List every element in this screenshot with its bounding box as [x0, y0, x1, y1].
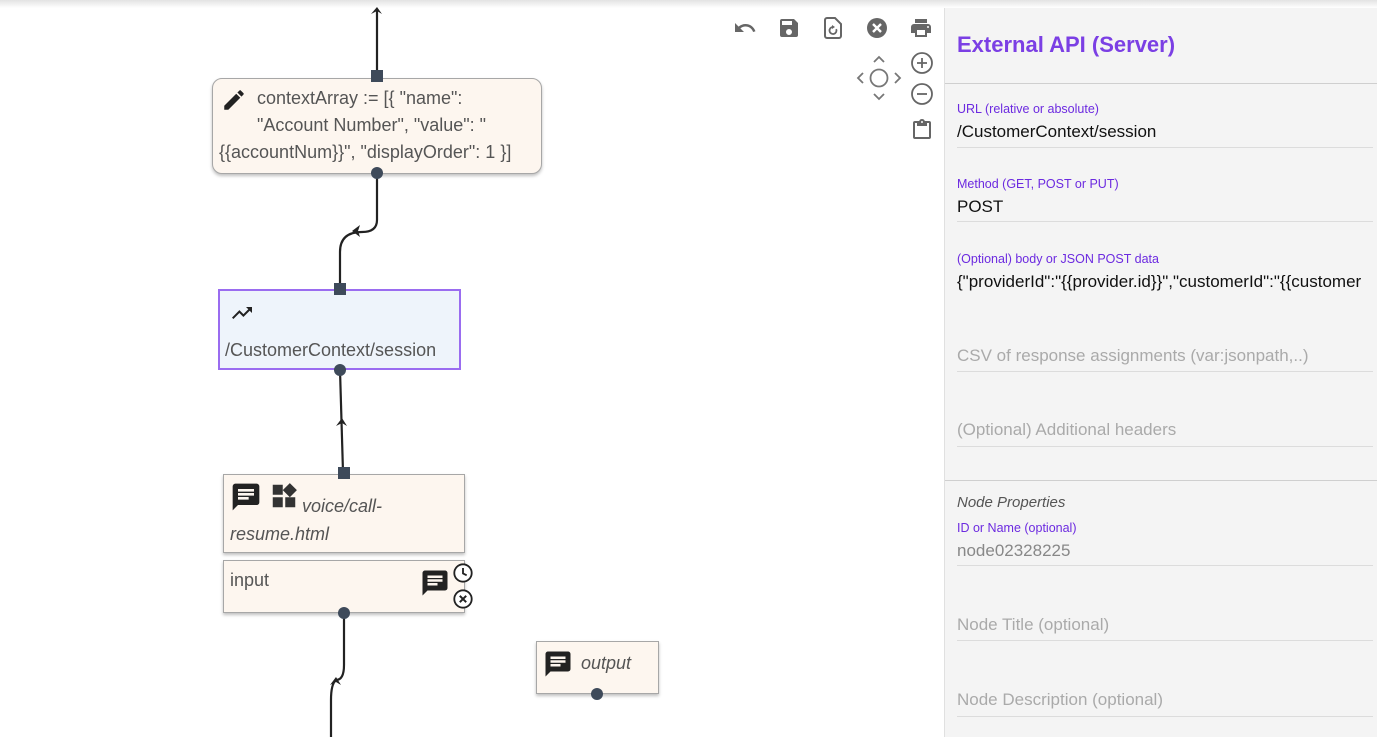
close-icon[interactable]: [865, 16, 889, 40]
response-assignments-input[interactable]: CSV of response assignments (var:jsonpat…: [957, 346, 1309, 366]
clipboard-icon[interactable]: [910, 118, 934, 142]
method-input[interactable]: POST: [957, 197, 1376, 217]
save-icon[interactable]: [777, 16, 801, 40]
node-title-underline: [957, 640, 1373, 641]
additional-headers-underline: [957, 446, 1373, 447]
assign-node[interactable]: contextArray := [{ "name": "Account Numb…: [212, 78, 542, 174]
body-input[interactable]: {"providerId":"{{provider.id}}","custome…: [957, 272, 1376, 292]
output-node-label: output: [581, 653, 632, 673]
page-input-port[interactable]: [338, 467, 350, 479]
assign-input-port[interactable]: [371, 70, 383, 82]
method-label: Method (GET, POST or PUT): [957, 177, 1119, 191]
pan-navigate-icon[interactable]: [856, 55, 902, 101]
page-node[interactable]: voice/call- resume.html: [223, 474, 465, 553]
api-output-port[interactable]: [334, 364, 346, 376]
flow-canvas[interactable]: contextArray := [{ "name": "Account Numb…: [0, 0, 944, 737]
message-icon: [232, 483, 260, 511]
node-title-input[interactable]: Node Title (optional): [957, 615, 1109, 635]
input-output-port[interactable]: [338, 607, 350, 619]
output-output-port[interactable]: [591, 688, 603, 700]
reload-icon[interactable]: [821, 16, 845, 40]
panel-divider: [945, 480, 1377, 481]
properties-panel: External API (Server) URL (relative or a…: [944, 8, 1377, 737]
node-properties-title: Node Properties: [957, 494, 1066, 511]
print-icon[interactable]: [909, 16, 933, 40]
widgets-icon: [272, 483, 297, 508]
response-assignments-underline: [957, 371, 1373, 372]
assign-text-line2: "Account Number", "value": ": [257, 115, 487, 135]
message-icon: [545, 651, 571, 677]
panel-divider: [945, 83, 1377, 84]
input-node[interactable]: input: [223, 560, 465, 613]
node-description-input[interactable]: Node Description (optional): [957, 690, 1163, 710]
assign-text-line1: contextArray := [{ "name":: [257, 88, 463, 108]
url-label: URL (relative or absolute): [957, 102, 1099, 116]
node-id-label: ID or Name (optional): [957, 521, 1077, 535]
pencil-icon: [224, 90, 244, 110]
edge-input-to-next: [329, 613, 346, 737]
input-node-label: input: [230, 570, 270, 590]
page-node-label-line2: resume.html: [230, 524, 330, 544]
page-node-label-line1: voice/call-: [302, 496, 383, 516]
method-underline: [957, 221, 1373, 222]
assign-text-line3: {{accountNum}}", "displayOrder": 1 }]: [219, 142, 512, 162]
message-icon: [422, 570, 448, 596]
api-input-port[interactable]: [334, 283, 346, 295]
node-id-underline: [957, 565, 1373, 566]
body-label: (Optional) body or JSON POST data: [957, 252, 1159, 266]
trending-up-icon: [232, 307, 252, 319]
url-input[interactable]: /CustomerContext/session: [957, 122, 1376, 142]
edge-assign-to-api: [338, 173, 379, 289]
clock-icon[interactable]: [452, 562, 474, 584]
output-node[interactable]: output: [536, 641, 659, 694]
api-node[interactable]: /CustomerContext/session: [218, 289, 461, 370]
node-id-input[interactable]: node02328225: [957, 541, 1376, 561]
undo-icon[interactable]: [733, 16, 757, 40]
close-circle-icon[interactable]: [452, 588, 474, 610]
panel-title: External API (Server): [957, 32, 1176, 57]
additional-headers-input[interactable]: (Optional) Additional headers: [957, 420, 1176, 440]
zoom-out-icon[interactable]: [910, 82, 934, 106]
assign-output-port[interactable]: [371, 167, 383, 179]
zoom-in-icon[interactable]: [910, 51, 934, 75]
api-node-label: /CustomerContext/session: [225, 340, 437, 360]
arrowhead: [352, 225, 360, 237]
url-underline: [957, 147, 1373, 148]
node-description-underline: [957, 716, 1373, 717]
